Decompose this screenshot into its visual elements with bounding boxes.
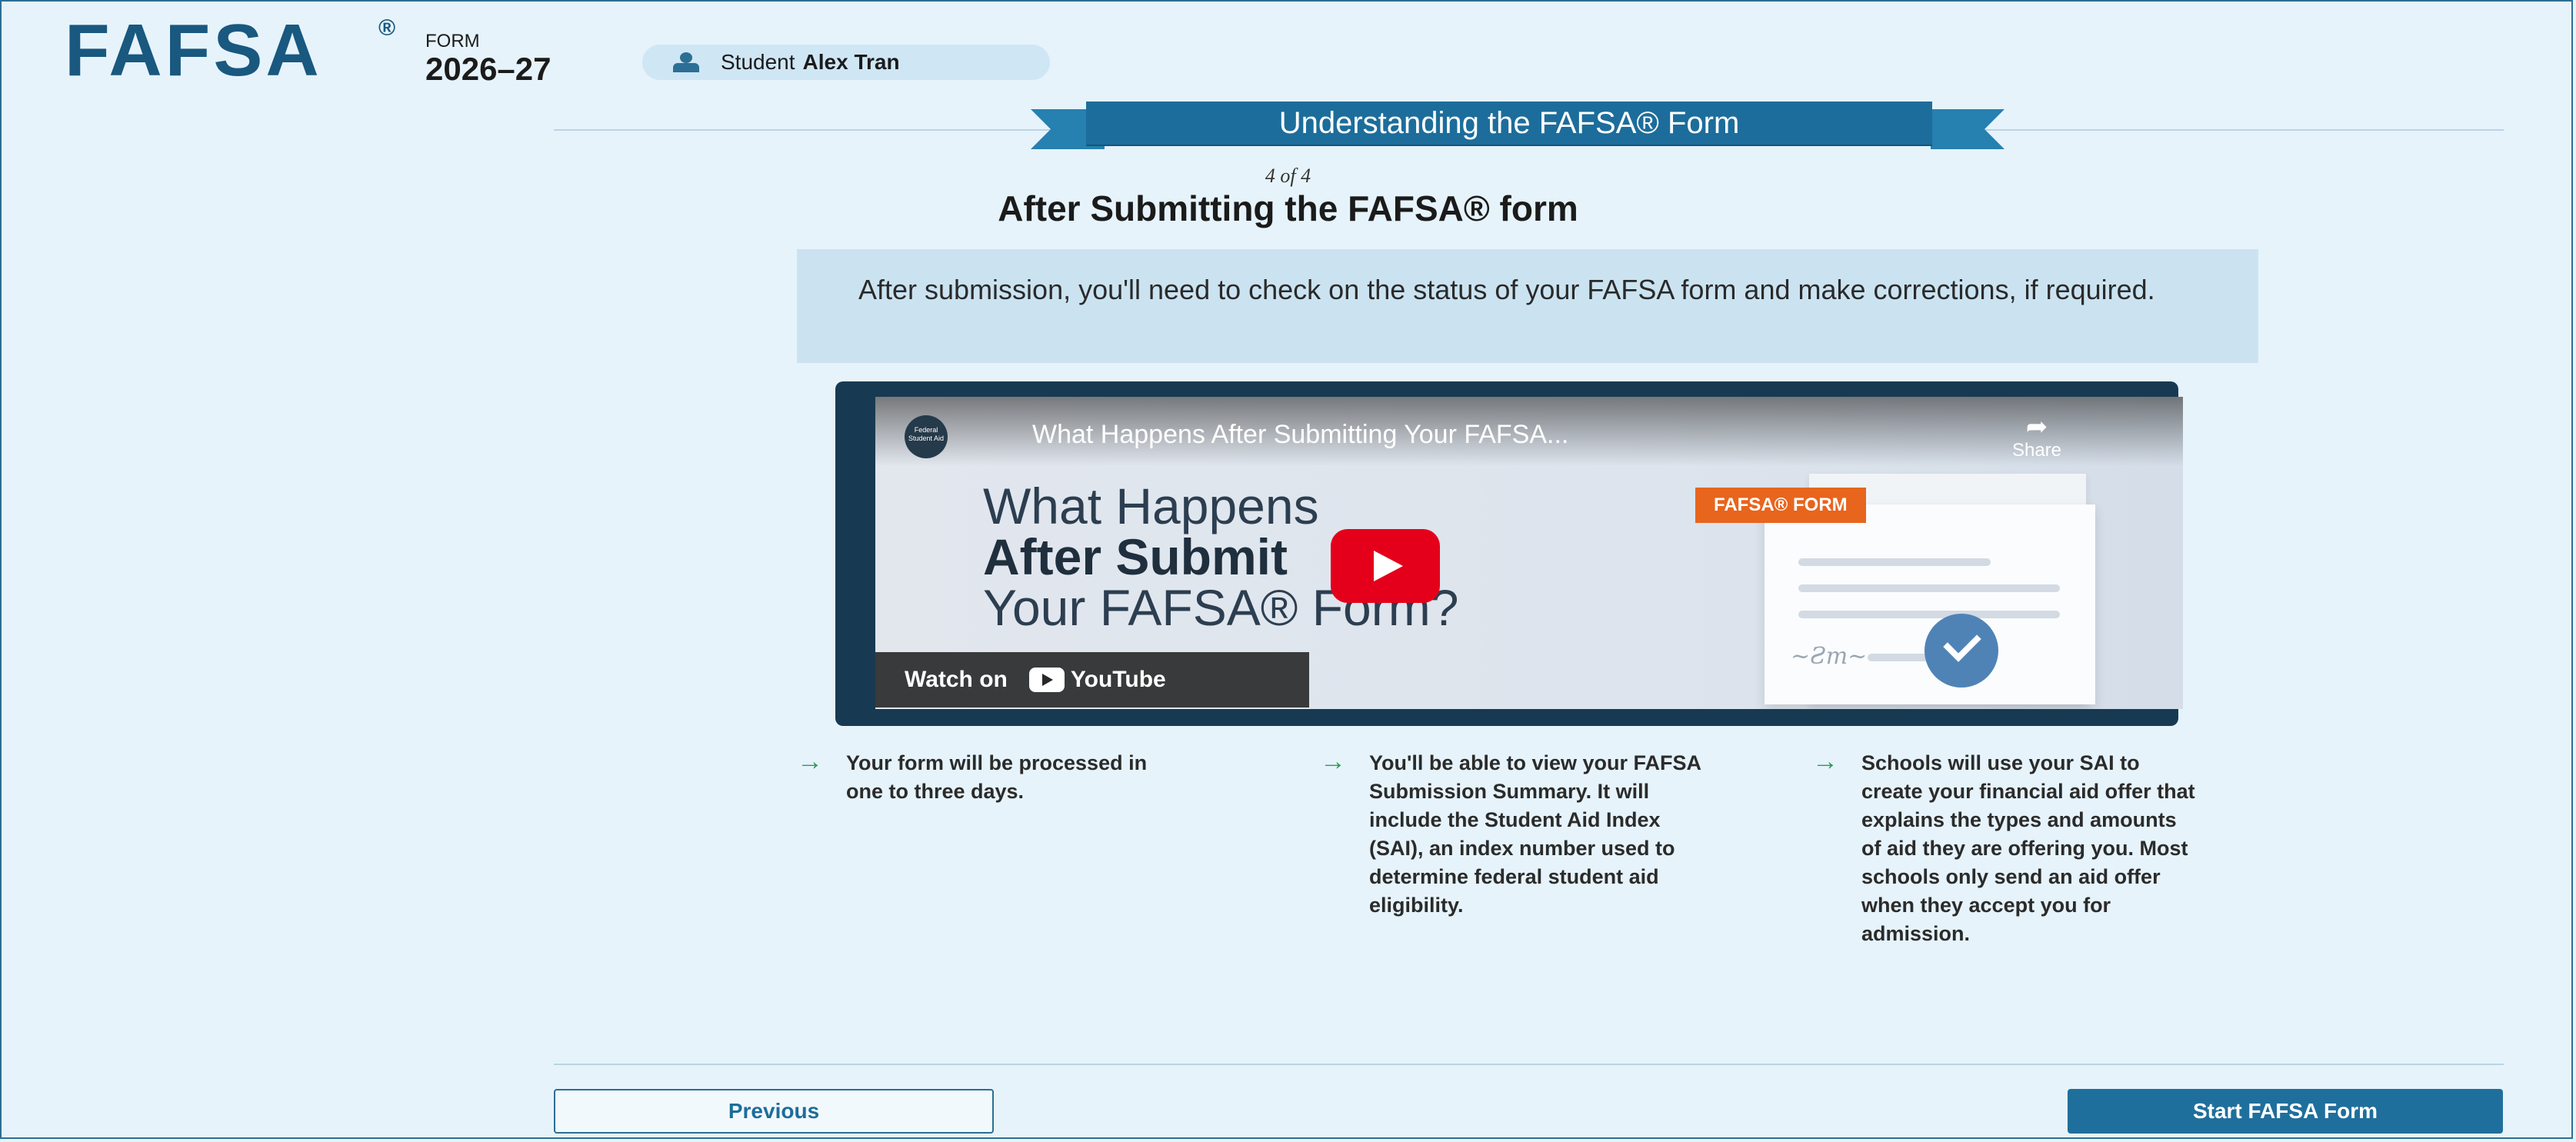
previous-button[interactable]: Previous bbox=[554, 1089, 994, 1134]
youtube-logo-icon bbox=[1028, 668, 1065, 692]
signature-mark: ~Ƨm~ bbox=[1791, 643, 1868, 670]
fafsa-logo: FAFSA bbox=[65, 9, 322, 92]
document-line bbox=[1798, 584, 2060, 592]
ribbon-fold-right bbox=[1931, 109, 1984, 149]
arrow-right-icon: → bbox=[797, 747, 823, 776]
page-title: After Submitting the FAFSA® form bbox=[998, 188, 1578, 228]
form-label: FORM bbox=[425, 31, 480, 52]
ribbon-tail-right bbox=[1984, 109, 2004, 149]
bullet-text: Your form will be processed in one to th… bbox=[846, 751, 1148, 803]
check-badge-icon bbox=[1925, 614, 1998, 688]
student-badge: Student Alex Tran bbox=[642, 45, 1050, 80]
student-name: Alex Tran bbox=[802, 50, 900, 74]
play-icon[interactable] bbox=[1331, 529, 1440, 603]
arrow-right-icon: → bbox=[1812, 747, 1838, 776]
video-player[interactable]: Federal Student Aid What Happens After S… bbox=[875, 397, 2183, 709]
start-fafsa-button[interactable]: Start FAFSA Form bbox=[2068, 1089, 2503, 1134]
channel-avatar[interactable]: Federal Student Aid bbox=[905, 415, 948, 458]
bullet-text: You'll be able to view your FAFSA Submis… bbox=[1369, 751, 1701, 917]
student-label: Student bbox=[721, 50, 795, 74]
intro-box: After submission, you'll need to check o… bbox=[797, 249, 2258, 363]
bottom-divider bbox=[554, 1064, 2504, 1065]
info-bullet: → Schools will use your SAI to create yo… bbox=[1812, 747, 2200, 948]
step-counter: 4 of 4 bbox=[1265, 165, 1311, 187]
document-line bbox=[1798, 611, 2060, 618]
info-bullet: → Your form will be processed in one to … bbox=[797, 747, 1185, 806]
youtube-label: YouTube bbox=[1070, 667, 1166, 692]
thumbnail-line-1: What Happens bbox=[983, 478, 1319, 534]
form-year: 2026–27 bbox=[425, 51, 552, 87]
share-label: Share bbox=[2011, 440, 2062, 461]
student-icon bbox=[673, 52, 699, 72]
watch-on-youtube-button[interactable]: Watch on YouTube bbox=[875, 652, 1309, 708]
arrow-right-icon: → bbox=[1320, 747, 1346, 776]
document-illustration bbox=[1765, 504, 2095, 704]
fafsa-form-tag: FAFSA® FORM bbox=[1695, 488, 1866, 523]
thumbnail-line-2: After Submit bbox=[983, 528, 1288, 585]
info-bullet: → You'll be able to view your FAFSA Subm… bbox=[1320, 747, 1708, 920]
watch-on-label: Watch on bbox=[905, 667, 1008, 692]
section-banner: Understanding the FAFSA® Form bbox=[1086, 102, 1932, 145]
ribbon-tail-left bbox=[1031, 109, 1051, 149]
bullet-text: Schools will use your SAI to create your… bbox=[1861, 751, 2195, 945]
share-button[interactable]: ➦ Share bbox=[2006, 414, 2068, 461]
video-title[interactable]: What Happens After Submitting Your FAFSA… bbox=[1032, 420, 1568, 450]
registered-mark: ® bbox=[378, 15, 396, 41]
intro-text: After submission, you'll need to check o… bbox=[858, 274, 2155, 305]
document-line bbox=[1798, 558, 1991, 566]
share-icon: ➦ bbox=[2025, 412, 2048, 441]
